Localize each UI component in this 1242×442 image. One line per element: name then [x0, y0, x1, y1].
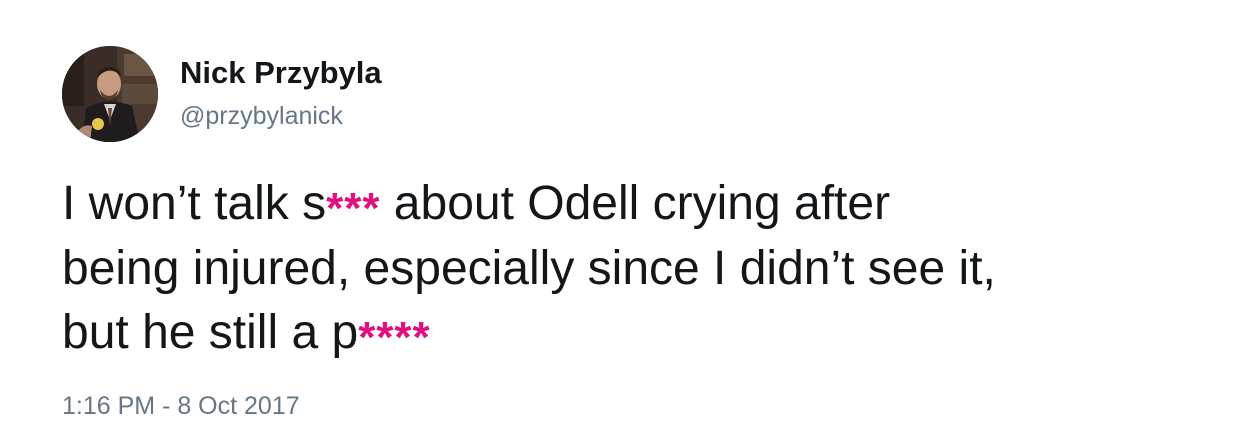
tweet-text-segment: but he still a p — [62, 306, 359, 359]
profile-photo-icon — [62, 46, 158, 142]
tweet-text: I won’t talk s*** about Odell crying aft… — [62, 172, 1212, 366]
censored-word: **** — [358, 313, 431, 362]
censored-word: *** — [326, 184, 381, 233]
timestamp[interactable]: 1:16 PM - 8 Oct 2017 — [62, 392, 300, 421]
tweet-line-1: I won’t talk s*** about Odell crying aft… — [62, 172, 1212, 237]
tweet-line-2: being injured, especially since I didn’t… — [62, 242, 996, 295]
author-handle[interactable]: @przybylanick — [180, 102, 343, 131]
tweet-text-segment: about Odell crying after — [380, 177, 891, 230]
tweet-text-segment: I won’t talk s — [62, 177, 327, 230]
avatar[interactable] — [62, 46, 158, 142]
author-name[interactable]: Nick Przybyla — [180, 55, 382, 91]
tweet-card: Nick Przybyla @przybylanick I won’t talk… — [0, 0, 1242, 442]
tweet-line-3: but he still a p**** — [62, 301, 1212, 366]
